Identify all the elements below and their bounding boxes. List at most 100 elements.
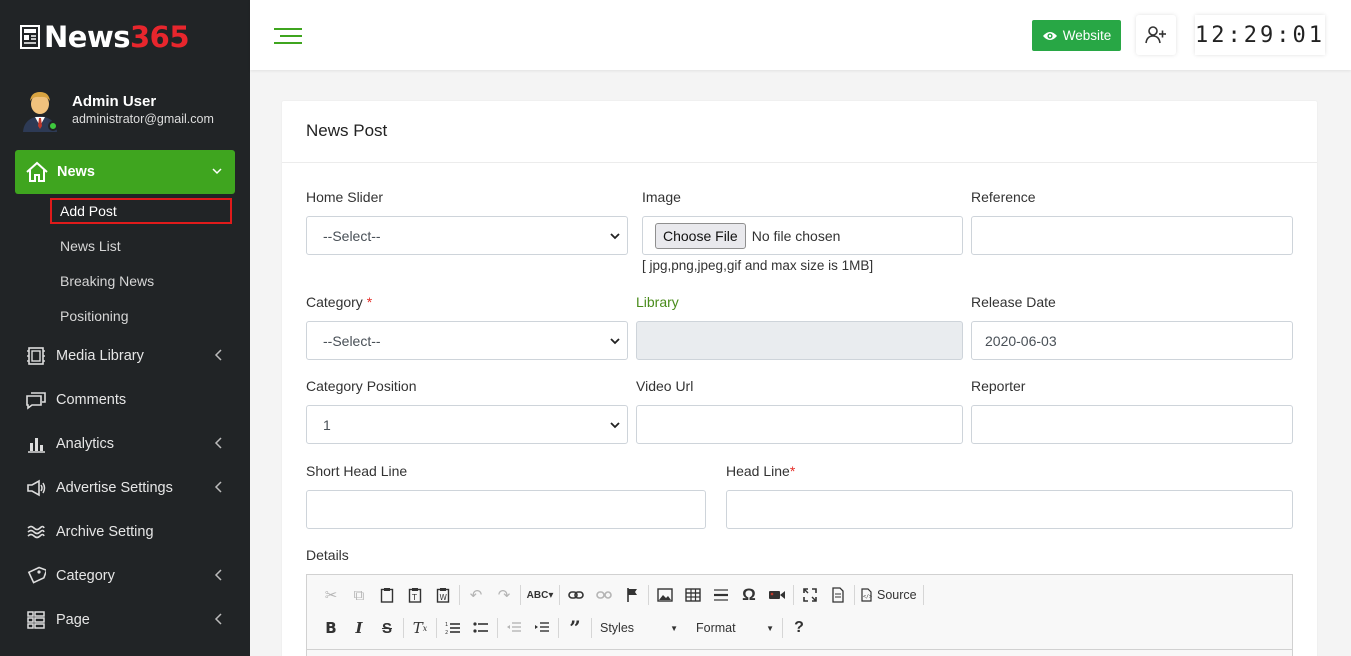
preview-document-icon[interactable] [824, 583, 852, 607]
eye-icon [1042, 31, 1057, 40]
reporter-input[interactable] [971, 405, 1293, 444]
category-position-label: Category Position [306, 378, 417, 394]
sidebar-item-category[interactable]: Category [25, 564, 225, 588]
sidebar-item-news[interactable]: News [15, 150, 235, 194]
chevron-left-icon [214, 569, 222, 581]
library-input [636, 321, 963, 360]
video-url-input[interactable] [636, 405, 963, 444]
head-line-input[interactable] [726, 490, 1293, 529]
sidebar-item-media-library[interactable]: Media Library [25, 344, 225, 368]
home-icon [26, 161, 48, 182]
editor-toolbar-row-1: ✂ ⧉ T W ↶ ↷ ABC▾ Ω </> Source [317, 583, 926, 607]
format-label: Format [696, 621, 736, 635]
source-button[interactable]: </> Source [857, 583, 921, 607]
remove-format-icon[interactable]: Tx [406, 616, 434, 640]
submenu-news-list[interactable]: News List [60, 238, 121, 254]
short-head-line-input[interactable] [306, 490, 706, 529]
image-label: Image [642, 189, 681, 205]
website-button-label: Website [1062, 28, 1112, 43]
styles-dropdown[interactable]: Styles ▼ [594, 616, 684, 640]
home-slider-label: Home Slider [306, 189, 384, 205]
brand-logo[interactable]: News365 [20, 20, 190, 54]
chevron-down-icon [610, 422, 620, 429]
reference-label: Reference [971, 189, 1036, 205]
category-position-value: 1 [323, 416, 331, 433]
dropdown-arrow-icon: ▼ [766, 623, 774, 633]
paste-from-word-icon[interactable]: W [429, 583, 457, 607]
copy-icon[interactable]: ⧉ [345, 583, 373, 607]
website-button[interactable]: Website [1032, 20, 1121, 51]
indent-icon[interactable] [528, 616, 556, 640]
category-select[interactable]: --Select-- [306, 321, 628, 360]
image-hint: [ jpg,png,jpeg,gif and max size is 1MB] [642, 258, 874, 273]
sidebar-item-label: Category [56, 568, 115, 584]
image-file-input[interactable]: Choose File No file chosen [642, 216, 963, 255]
choose-file-button[interactable]: Choose File [655, 222, 746, 249]
bar-chart-icon [25, 433, 47, 455]
release-date-input[interactable]: 2020-06-03 [971, 321, 1293, 360]
undo-icon[interactable]: ↶ [462, 583, 490, 607]
image-icon[interactable] [651, 583, 679, 607]
submenu-breaking-news[interactable]: Breaking News [60, 273, 154, 289]
sidebar-item-comments[interactable]: Comments [25, 388, 225, 412]
category-label: Category * [306, 294, 373, 310]
category-position-select[interactable]: 1 [306, 405, 628, 444]
maximize-icon[interactable] [796, 583, 824, 607]
online-status-dot [48, 121, 58, 131]
link-icon[interactable] [562, 583, 590, 607]
paste-text-icon[interactable]: T [401, 583, 429, 607]
svg-text:2: 2 [445, 630, 448, 635]
dropdown-arrow-icon: ▼ [670, 623, 678, 633]
special-char-icon[interactable]: Ω [735, 583, 763, 607]
head-line-label: Head Line* [726, 463, 796, 479]
blockquote-icon[interactable]: ” [561, 616, 589, 640]
add-user-button[interactable] [1136, 15, 1176, 55]
library-label[interactable]: Library [636, 294, 679, 310]
outdent-icon[interactable] [500, 616, 528, 640]
chevron-left-icon [214, 481, 222, 493]
spellcheck-icon[interactable]: ABC▾ [523, 583, 557, 607]
category-value: --Select-- [323, 332, 381, 349]
styles-label: Styles [600, 621, 635, 635]
numbered-list-icon[interactable]: 12 [439, 616, 467, 640]
toolbar-separator [854, 585, 855, 605]
format-dropdown[interactable]: Format ▼ [690, 616, 780, 640]
bold-icon[interactable]: B [317, 616, 345, 640]
user-panel: Admin User administrator@gmail.com [20, 88, 214, 132]
italic-icon[interactable]: I [345, 616, 373, 640]
redo-icon[interactable]: ↷ [490, 583, 518, 607]
hamburger-menu-icon[interactable] [274, 26, 304, 46]
sidebar-item-label: News [57, 164, 95, 180]
sidebar-item-archive-setting[interactable]: Archive Setting [25, 520, 225, 544]
help-icon[interactable]: ? [785, 616, 813, 640]
toolbar-separator [558, 618, 559, 638]
submenu-positioning[interactable]: Positioning [60, 308, 129, 324]
megaphone-icon [25, 477, 47, 499]
unlink-icon[interactable] [590, 583, 618, 607]
submenu-add-post[interactable]: Add Post [60, 203, 117, 219]
paste-icon[interactable] [373, 583, 401, 607]
svg-text:</>: </> [863, 594, 872, 600]
table-icon[interactable] [679, 583, 707, 607]
rich-text-editor: ✂ ⧉ T W ↶ ↷ ABC▾ Ω </> Source B I S T x … [306, 574, 1293, 656]
strikethrough-icon[interactable]: S [373, 616, 401, 640]
toolbar-separator [436, 618, 437, 638]
svg-text:W: W [440, 593, 448, 602]
sidebar-item-label: Comments [56, 392, 127, 408]
sidebar-item-analytics[interactable]: Analytics [25, 432, 225, 456]
anchor-flag-icon[interactable] [618, 583, 646, 607]
home-slider-select[interactable]: --Select-- [306, 216, 628, 255]
horizontal-rule-icon[interactable] [707, 583, 735, 607]
sidebar-item-page[interactable]: Page [25, 608, 225, 632]
chevron-left-icon [214, 349, 222, 361]
cut-icon[interactable]: ✂ [317, 583, 345, 607]
sidebar-item-label: Advertise Settings [56, 480, 173, 496]
reporter-label: Reporter [971, 378, 1026, 394]
sidebar-item-label: Media Library [56, 348, 144, 364]
video-embed-icon[interactable] [763, 583, 791, 607]
toolbar-separator [520, 585, 521, 605]
reference-input[interactable] [971, 216, 1293, 255]
add-user-icon [1145, 26, 1166, 44]
bulleted-list-icon[interactable] [467, 616, 495, 640]
sidebar-item-advertise-settings[interactable]: Advertise Settings [25, 476, 225, 500]
